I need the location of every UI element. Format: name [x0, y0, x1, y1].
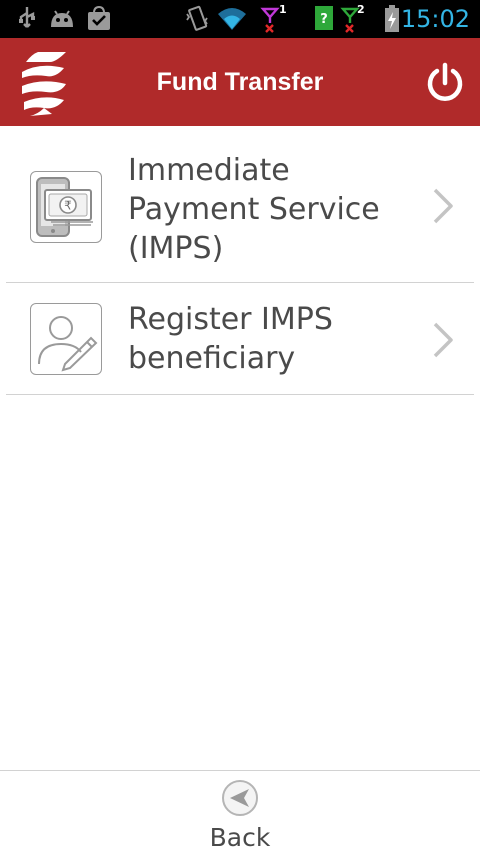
back-button[interactable]: Back — [190, 777, 290, 853]
menu-item-label: Immediate Payment Service (IMPS) — [128, 153, 380, 266]
unknown-sim-icon: ? — [315, 6, 333, 30]
power-icon[interactable] — [424, 62, 466, 104]
status-bar: 1 ? 2 15:02 — [0, 0, 480, 38]
chevron-right-icon — [433, 322, 453, 358]
clock-time: 15:02 — [400, 5, 470, 33]
mobile-payment-icon: ₹ — [30, 171, 102, 243]
svg-text:?: ? — [320, 12, 328, 27]
android-debug-icon — [51, 10, 73, 27]
app-header: Fund Transfer — [0, 38, 480, 126]
menu-item-register-beneficiary[interactable]: Register IMPS beneficiary — [6, 283, 474, 395]
svg-text:₹: ₹ — [64, 199, 72, 213]
bottom-bar: Back — [0, 770, 480, 855]
sim2-label: 2 — [357, 3, 365, 16]
signal-sim1-icon — [260, 7, 280, 33]
register-user-icon — [30, 303, 102, 375]
usb-icon — [19, 7, 35, 28]
fund-transfer-menu: ₹ Immediate Payment Service (IMPS) Regis… — [0, 126, 480, 395]
sim1-label: 1 — [279, 3, 287, 16]
page-title: Fund Transfer — [156, 68, 324, 96]
back-arrow-icon — [222, 780, 258, 816]
back-label: Back — [209, 823, 271, 852]
shopping-bag-check-icon — [88, 5, 110, 30]
menu-item-imps[interactable]: ₹ Immediate Payment Service (IMPS) — [6, 126, 474, 283]
vibrate-icon — [186, 5, 208, 31]
wifi-icon — [218, 8, 246, 30]
battery-charging-icon — [385, 5, 399, 32]
menu-item-label: Register IMPS beneficiary — [128, 302, 333, 376]
chevron-right-icon — [433, 188, 453, 224]
